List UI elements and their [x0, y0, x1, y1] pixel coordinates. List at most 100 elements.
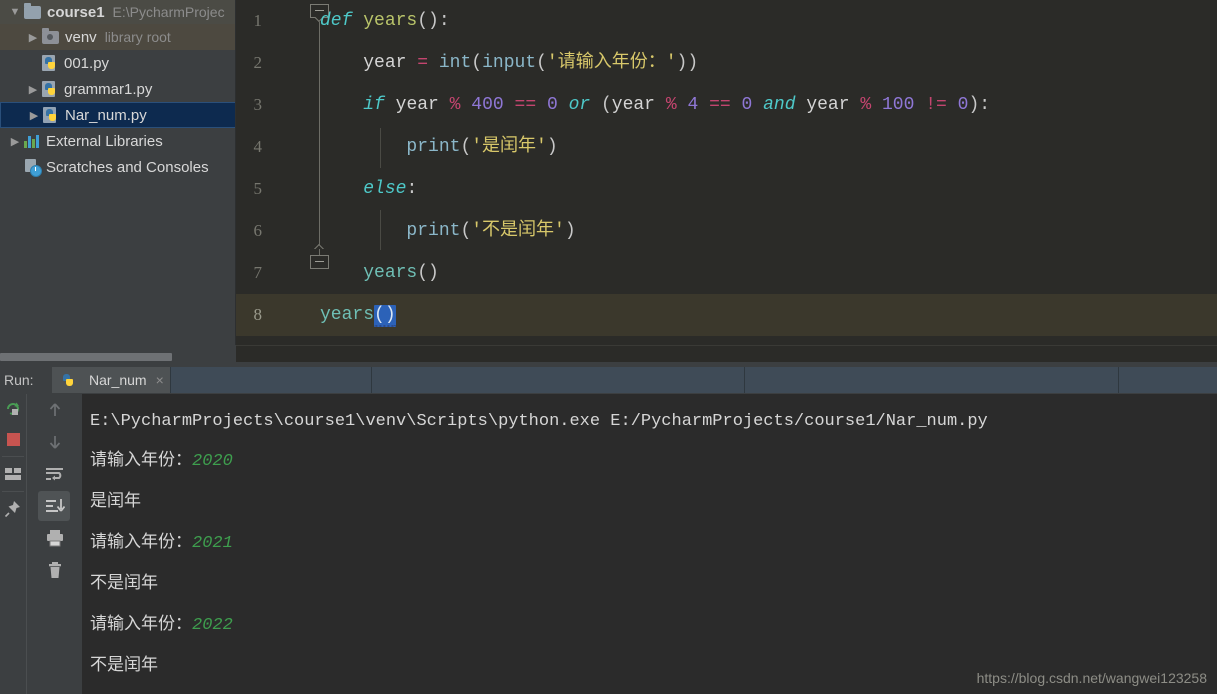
chevron-right-icon[interactable]	[6, 135, 24, 148]
run-tab-nar-num[interactable]: Nar_num ×	[52, 367, 172, 393]
trash-icon[interactable]	[27, 554, 82, 586]
code-token: if	[363, 95, 385, 115]
tree-item-grammar1-py[interactable]: grammar1.py	[0, 76, 236, 102]
code-line-4[interactable]: 4 print('是闰年')	[236, 126, 1217, 168]
tree-item-venv[interactable]: venv library root	[0, 24, 236, 50]
editor-bottom-filler	[236, 345, 1217, 362]
code-token: print	[406, 221, 461, 241]
folder-venv-icon	[42, 27, 59, 44]
tree-item-external-libraries[interactable]: External Libraries	[0, 128, 236, 154]
code-line-2[interactable]: 2 year = int(input('请输入年份：'))	[236, 42, 1217, 84]
code-editor[interactable]: 1 def years(): 2 year = int(input('请输入年份：'…	[236, 0, 1217, 345]
tree-item-001-py[interactable]: 001.py	[0, 50, 236, 76]
code-line-7[interactable]: 7 years()	[236, 252, 1217, 294]
code-line-6[interactable]: 6 print('不是闰年')	[236, 210, 1217, 252]
code-line-8[interactable]: 8 years()	[236, 294, 1217, 336]
console-line: 请输入年份：2021	[90, 523, 1217, 564]
chevron-right-icon[interactable]	[24, 83, 42, 96]
editor-bottom-rule	[236, 345, 1217, 346]
rerun-icon[interactable]	[0, 394, 26, 424]
sidebar-horizontal-scrollbar[interactable]	[0, 352, 236, 362]
code-token: year	[395, 95, 439, 115]
code-token: =	[417, 53, 429, 73]
print-icon[interactable]	[27, 522, 82, 554]
toolbar-separator	[2, 456, 24, 457]
console-user-input: 2022	[192, 616, 233, 635]
code-token: '请输入年份：'	[546, 53, 677, 73]
tree-item-secondary-label: library root	[104, 29, 171, 45]
code-token: or	[568, 95, 591, 115]
code-token: ==	[514, 95, 537, 115]
soft-wrap-icon[interactable]	[27, 458, 82, 490]
console-output[interactable]: E:\PycharmProjects\course1\venv\Scripts\…	[84, 394, 1217, 694]
scroll-to-end-icon[interactable]	[27, 490, 82, 522]
console-output-text: 请输入年份：	[90, 452, 192, 471]
code-token: '是闰年'	[471, 137, 547, 157]
console-actions-toolbar[interactable]	[26, 394, 82, 694]
code-text: years()	[320, 252, 439, 294]
tree-item-label: Nar_num.py	[65, 106, 147, 124]
code-token: )	[564, 221, 576, 241]
scrollbar-thumb[interactable]	[0, 353, 172, 361]
pycharm-window: course1 E:\PycharmProjec venv library root 0…	[0, 0, 1217, 694]
code-token: and	[763, 95, 796, 115]
console-output-text: E:\PycharmProjects\course1\venv\Scripts\…	[90, 412, 988, 431]
line-number: 1	[253, 11, 263, 30]
watermark-text: https://blog.csdn.net/wangwei123258	[976, 670, 1207, 686]
code-token: '不是闰年'	[471, 221, 565, 241]
project-tree-panel[interactable]: course1 E:\PycharmProjec venv library root 0…	[0, 0, 236, 345]
tab-strip-divider	[371, 367, 372, 393]
code-line-3[interactable]: 3 if year % 400 == 0 or (year % 4 == 0 a…	[236, 84, 1217, 126]
arrow-up-icon[interactable]	[27, 394, 82, 426]
tree-item-label: course1	[47, 3, 105, 21]
console-output-text: 不是闰年	[90, 575, 158, 594]
code-token: input	[482, 53, 537, 73]
code-line-1[interactable]: 1 def years():	[236, 0, 1217, 42]
line-number: 4	[253, 137, 263, 156]
tree-item-label: grammar1.py	[64, 80, 153, 98]
code-text: year = int(input('请输入年份：'))	[320, 42, 698, 84]
code-token: (	[460, 137, 472, 157]
code-token: years	[320, 305, 375, 325]
tree-item-secondary-label: E:\PycharmProjec	[112, 4, 225, 20]
tree-item-nar-num-py[interactable]: Nar_num.py	[0, 102, 236, 128]
tab-strip-divider	[170, 367, 171, 393]
console-line: 请输入年份：2020	[90, 441, 1217, 482]
python-file-icon	[60, 372, 76, 388]
code-token: year	[363, 53, 407, 73]
arrow-down-icon[interactable]	[27, 426, 82, 458]
console-output-text: 是闰年	[90, 493, 141, 512]
console-line: 是闰年	[90, 482, 1217, 523]
chevron-right-icon[interactable]	[25, 109, 43, 122]
tree-item-course1[interactable]: course1 E:\PycharmProjec	[0, 0, 236, 24]
stop-icon[interactable]	[0, 424, 26, 454]
close-icon[interactable]: ×	[156, 372, 164, 388]
pin-icon[interactable]	[0, 494, 26, 524]
code-token: (	[471, 53, 483, 73]
chevron-down-icon[interactable]	[6, 6, 24, 18]
code-token: def	[320, 11, 353, 31]
python-file-icon	[43, 107, 59, 123]
code-token: 0	[741, 95, 753, 115]
code-token: int	[438, 53, 472, 73]
tree-item-scratches-and-consoles[interactable]: Scratches and Consoles	[0, 154, 236, 180]
code-token: (	[536, 53, 547, 73]
code-token: ()	[374, 305, 396, 327]
chevron-right-icon[interactable]	[24, 31, 42, 44]
python-file-icon	[42, 81, 58, 97]
line-number: 8	[253, 305, 263, 324]
code-token: 4	[687, 95, 699, 115]
run-actions-toolbar[interactable]	[0, 394, 26, 694]
layout-settings-icon[interactable]	[0, 459, 26, 489]
code-line-5[interactable]: 5 else:	[236, 168, 1217, 210]
